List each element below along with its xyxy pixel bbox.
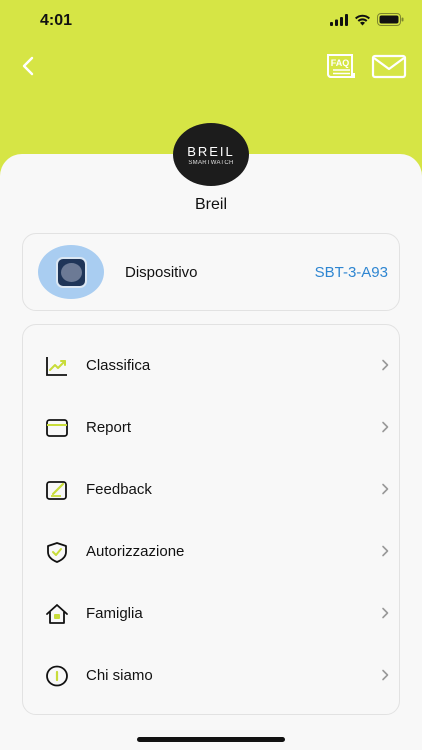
menu-item-label: Chi siamo [86,667,153,684]
status-time: 4:01 [40,12,73,29]
chevron-right-icon [382,545,389,557]
battery-icon [377,13,404,26]
faq-label: FAQ [331,58,350,68]
menu-card: Classifica Report Feedback Autorizzazion… [22,324,400,715]
brand-name: Breil [194,196,227,213]
menu-item-report[interactable]: Report [23,402,399,452]
mail-button[interactable] [371,54,407,80]
faq-book-icon: FAQ [327,54,355,78]
device-card[interactable]: Dispositivo SBT-3-A93 [22,233,400,311]
chevron-right-icon [382,483,389,495]
wifi-icon [355,14,370,25]
menu-item-label: Autorizzazione [86,543,185,560]
status-bar: 4:01 [0,0,422,44]
menu-item-label: Feedback [86,481,152,498]
brand-logo: BREIL SMARTWATCH [173,123,249,186]
logo-sub-text: SMARTWATCH [188,159,234,166]
logo-main-text: BREIL [187,143,235,159]
chevron-right-icon [382,669,389,681]
menu-item-chi-siamo[interactable]: Chi siamo [23,650,399,700]
trend-chart-icon [46,357,67,376]
chevron-right-icon [382,607,389,619]
menu-item-label: Famiglia [86,605,143,622]
faq-button[interactable]: FAQ [324,52,358,82]
menu-item-label: Report [86,419,132,436]
menu-item-autorizzazione[interactable]: Autorizzazione [23,526,399,576]
info-icon [46,665,68,687]
watch-face [60,262,82,282]
feedback-edit-icon [46,481,67,500]
signal-icon [330,13,348,26]
chevron-right-icon [382,421,389,433]
device-id[interactable]: SBT-3-A93 [315,264,388,281]
home-icon [46,604,68,624]
report-card-icon [46,419,68,437]
device-label: Dispositivo [125,264,198,281]
menu-item-famiglia[interactable]: Famiglia [23,588,399,638]
chevron-left-icon [22,56,34,76]
watch-icon [55,256,87,288]
menu-item-feedback[interactable]: Feedback [23,464,399,514]
back-button[interactable] [14,52,42,80]
menu-item-label: Classifica [86,357,151,374]
shield-check-icon [47,542,67,563]
chevron-right-icon [382,359,389,371]
envelope-icon [371,54,407,79]
nav-bar: FAQ [0,50,422,86]
menu-item-classifica[interactable]: Classifica [23,340,399,390]
status-icons [330,13,404,26]
home-indicator[interactable] [137,737,285,742]
device-avatar [38,245,104,299]
